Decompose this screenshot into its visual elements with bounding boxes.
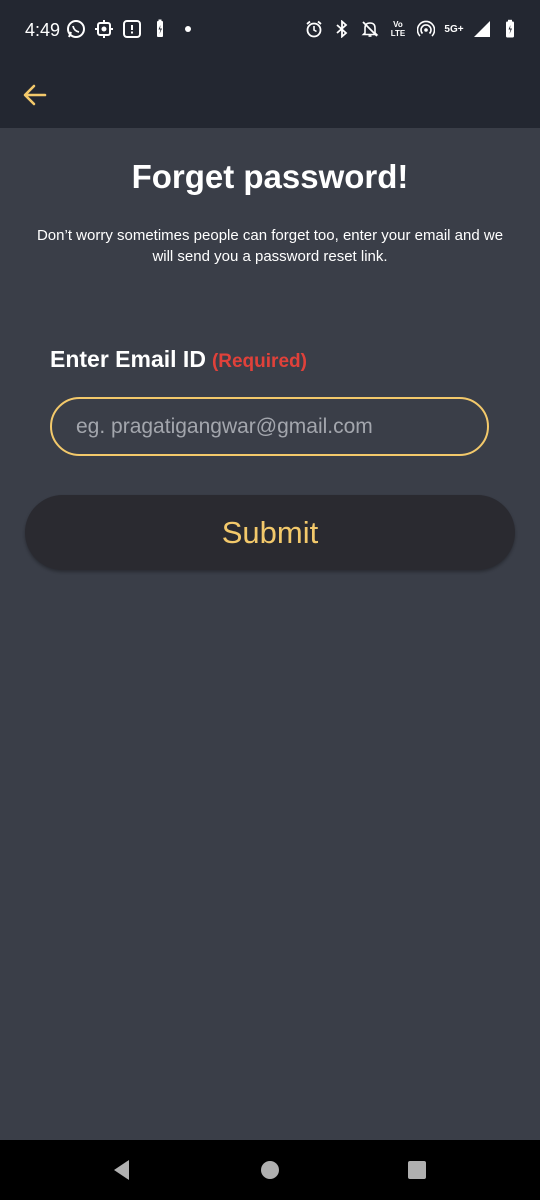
signal-icon [472, 18, 492, 40]
status-left-icons [66, 18, 198, 40]
bluetooth-icon [332, 18, 352, 40]
settings-chip-icon [94, 18, 114, 40]
battery-icon [500, 18, 520, 40]
app-bar [0, 62, 540, 128]
arrow-left-icon [22, 82, 48, 108]
forget-password-content: Forget password! Don’t worry sometimes p… [0, 128, 540, 1140]
square-recents-icon [407, 1160, 427, 1180]
email-label-row: Enter Email ID (Required) [50, 346, 307, 373]
network-label: 5G+ [444, 23, 464, 35]
bell-off-icon [360, 18, 380, 40]
alarm-icon [304, 18, 324, 40]
email-required-badge: (Required) [211, 351, 307, 372]
status-time: 4:49 [25, 20, 61, 40]
nav-home-button[interactable] [254, 1154, 286, 1186]
battery-small-icon [150, 18, 170, 40]
page-title: Forget password! [131, 158, 409, 195]
whatsapp-icon [66, 18, 86, 40]
email-label: Enter Email ID [50, 346, 206, 372]
triangle-back-icon [112, 1159, 132, 1181]
circle-home-icon [260, 1160, 280, 1180]
submit-button[interactable]: Submit [25, 495, 515, 570]
notification-box-icon [122, 18, 142, 40]
5g-icon: 5G+ [444, 18, 464, 40]
status-right-icons: Vo LTE 5G+ [304, 18, 520, 40]
volte-label-top: Vo [393, 20, 403, 29]
page-description: Don’t worry sometimes people can forget … [36, 227, 504, 265]
hotspot-icon [416, 18, 436, 40]
status-bar: 4:49 Vo LTE 5G+ [0, 0, 540, 62]
back-button[interactable] [16, 76, 54, 114]
system-nav-bar [0, 1140, 540, 1200]
dot-icon [178, 18, 198, 40]
volte-label-bottom: LTE [390, 29, 406, 38]
nav-recents-button[interactable] [401, 1154, 433, 1186]
volte-icon: Vo LTE [388, 18, 408, 40]
nav-back-button[interactable] [106, 1154, 138, 1186]
email-input[interactable] [50, 397, 489, 456]
